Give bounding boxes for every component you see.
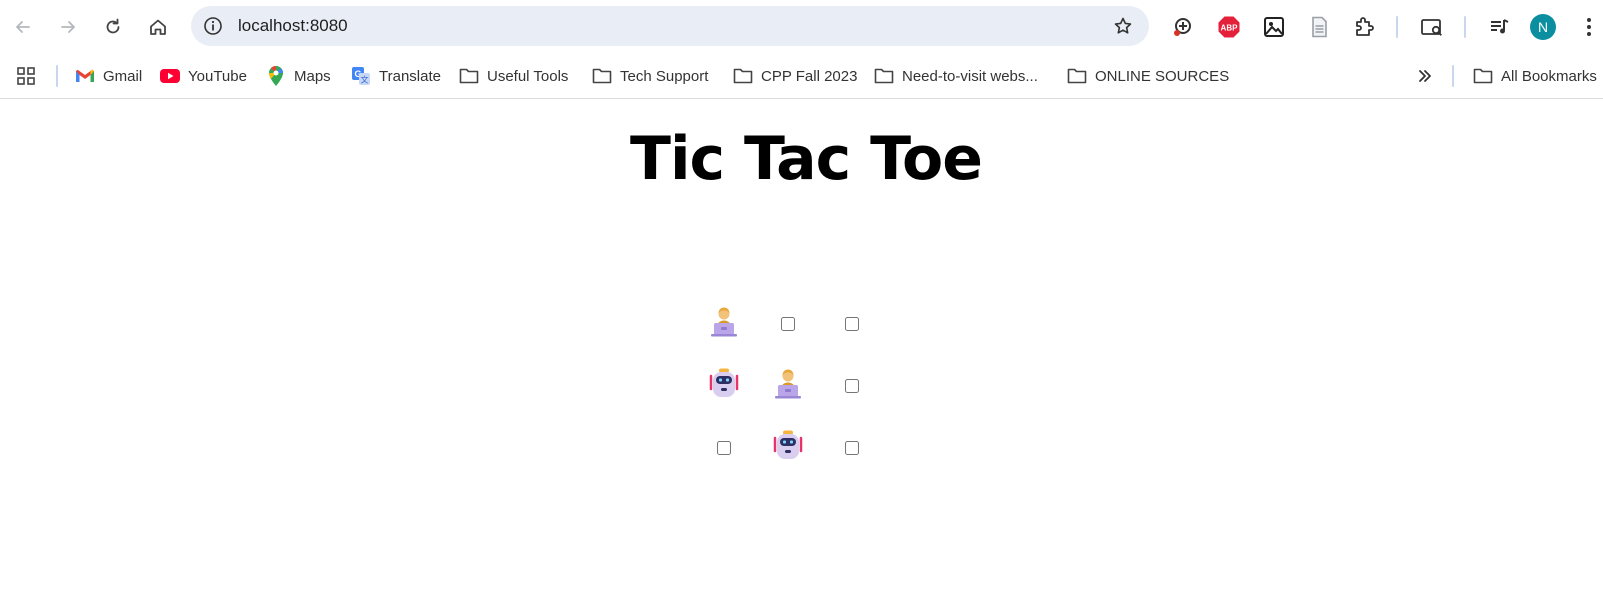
tab-search-icon[interactable] xyxy=(1418,13,1446,41)
youtube-icon xyxy=(160,66,180,86)
bookmarks-separator xyxy=(56,65,58,87)
bookmark-folder-useful-tools[interactable]: Useful Tools xyxy=(459,63,568,89)
human-player-icon xyxy=(771,367,805,406)
folder-icon xyxy=(733,66,753,86)
bookmark-maps[interactable]: Maps xyxy=(266,63,331,89)
profile-initial: N xyxy=(1537,19,1549,35)
bookmark-label: Maps xyxy=(294,67,331,85)
board-cell-1-3[interactable] xyxy=(832,304,872,344)
reload-button[interactable] xyxy=(97,11,129,43)
bookmark-label: YouTube xyxy=(188,67,247,85)
bookmark-youtube[interactable]: YouTube xyxy=(160,63,247,89)
cell-checkbox[interactable] xyxy=(845,317,859,331)
media-controls-icon[interactable] xyxy=(1485,13,1513,41)
chrome-menu-icon[interactable] xyxy=(1575,13,1603,41)
forward-button[interactable] xyxy=(52,11,84,43)
board-cell-2-3[interactable] xyxy=(832,366,872,406)
translate-icon: G文 xyxy=(351,66,371,86)
cell-checkbox[interactable] xyxy=(717,441,731,455)
bookmark-label: CPP Fall 2023 xyxy=(761,67,858,85)
gmail-icon xyxy=(75,66,95,86)
toolbar-separator xyxy=(1464,16,1466,38)
board-cell-3-1[interactable] xyxy=(704,428,744,468)
home-icon xyxy=(150,19,166,35)
svg-text:ABP: ABP xyxy=(1221,24,1239,33)
arrow-left-icon xyxy=(16,21,30,33)
bookmark-folder-cpp-fall-2023[interactable]: CPP Fall 2023 xyxy=(733,63,857,89)
arrow-right-icon xyxy=(61,21,75,33)
folder-icon xyxy=(874,66,894,86)
board-cell-1-2[interactable] xyxy=(768,304,808,344)
browser-toolbar: localhost:8080 ABP N xyxy=(0,0,1603,54)
bookmark-translate[interactable]: G文 Translate xyxy=(351,63,441,89)
profile-avatar[interactable]: N xyxy=(1530,14,1556,40)
page-title: Tic Tac Toe xyxy=(630,124,983,194)
folder-icon xyxy=(592,66,612,86)
bookmark-folder-tech-support[interactable]: Tech Support xyxy=(592,63,708,89)
cell-checkbox[interactable] xyxy=(845,379,859,393)
apps-grid-icon xyxy=(16,66,36,86)
extensions-puzzle-icon[interactable] xyxy=(1350,13,1378,41)
back-button[interactable] xyxy=(7,11,39,43)
bookmark-folder-need-to-visit[interactable]: Need-to-visit webs... xyxy=(874,63,1038,89)
folder-icon xyxy=(459,66,479,86)
svg-text:文: 文 xyxy=(361,75,369,85)
board-cell-1-1 xyxy=(704,304,744,344)
site-info-icon[interactable] xyxy=(201,14,225,38)
bookmarks-separator xyxy=(1452,65,1454,87)
adblock-plus-icon[interactable]: ABP xyxy=(1215,13,1243,41)
reload-icon xyxy=(106,18,120,34)
bookmark-folder-online-sources[interactable]: ONLINE SOURCES xyxy=(1067,63,1229,89)
folder-icon xyxy=(1473,66,1493,86)
image-extension-icon[interactable] xyxy=(1260,13,1288,41)
folder-icon xyxy=(1067,66,1087,86)
bookmark-label: Gmail xyxy=(103,67,143,85)
apps-button[interactable] xyxy=(16,63,44,89)
double-chevron-right-icon xyxy=(1415,66,1435,86)
url-text[interactable]: localhost:8080 xyxy=(238,16,348,36)
board-cell-3-2 xyxy=(768,428,808,468)
bookmark-label: Useful Tools xyxy=(487,67,569,85)
human-player-icon xyxy=(707,305,741,344)
cell-checkbox[interactable] xyxy=(845,441,859,455)
address-bar[interactable]: localhost:8080 xyxy=(191,6,1149,46)
document-extension-icon[interactable] xyxy=(1305,13,1333,41)
home-button[interactable] xyxy=(142,11,174,43)
bookmark-label: Translate xyxy=(379,67,441,85)
bookmarks-bar: Gmail YouTube Maps G文 Translate Useful T… xyxy=(0,54,1603,99)
toolbar-separator xyxy=(1396,16,1398,38)
cell-checkbox[interactable] xyxy=(781,317,795,331)
lens-extension-icon[interactable] xyxy=(1169,13,1197,41)
bookmark-gmail[interactable]: Gmail xyxy=(75,63,142,89)
robot-player-icon xyxy=(771,429,805,468)
robot-player-icon xyxy=(707,367,741,406)
maps-icon xyxy=(266,66,286,86)
board-cell-3-3[interactable] xyxy=(832,428,872,468)
board-cell-2-2 xyxy=(768,366,808,406)
bookmark-label: Tech Support xyxy=(620,67,709,85)
all-bookmarks-button[interactable]: All Bookmarks xyxy=(1473,63,1597,89)
board-cell-2-1 xyxy=(704,366,744,406)
bookmark-label: Need-to-visit webs... xyxy=(902,67,1038,85)
bookmark-label: ONLINE SOURCES xyxy=(1095,67,1230,85)
all-bookmarks-label: All Bookmarks xyxy=(1501,67,1597,85)
bookmarks-overflow-button[interactable] xyxy=(1415,63,1443,89)
bookmark-star-icon[interactable] xyxy=(1111,14,1135,38)
